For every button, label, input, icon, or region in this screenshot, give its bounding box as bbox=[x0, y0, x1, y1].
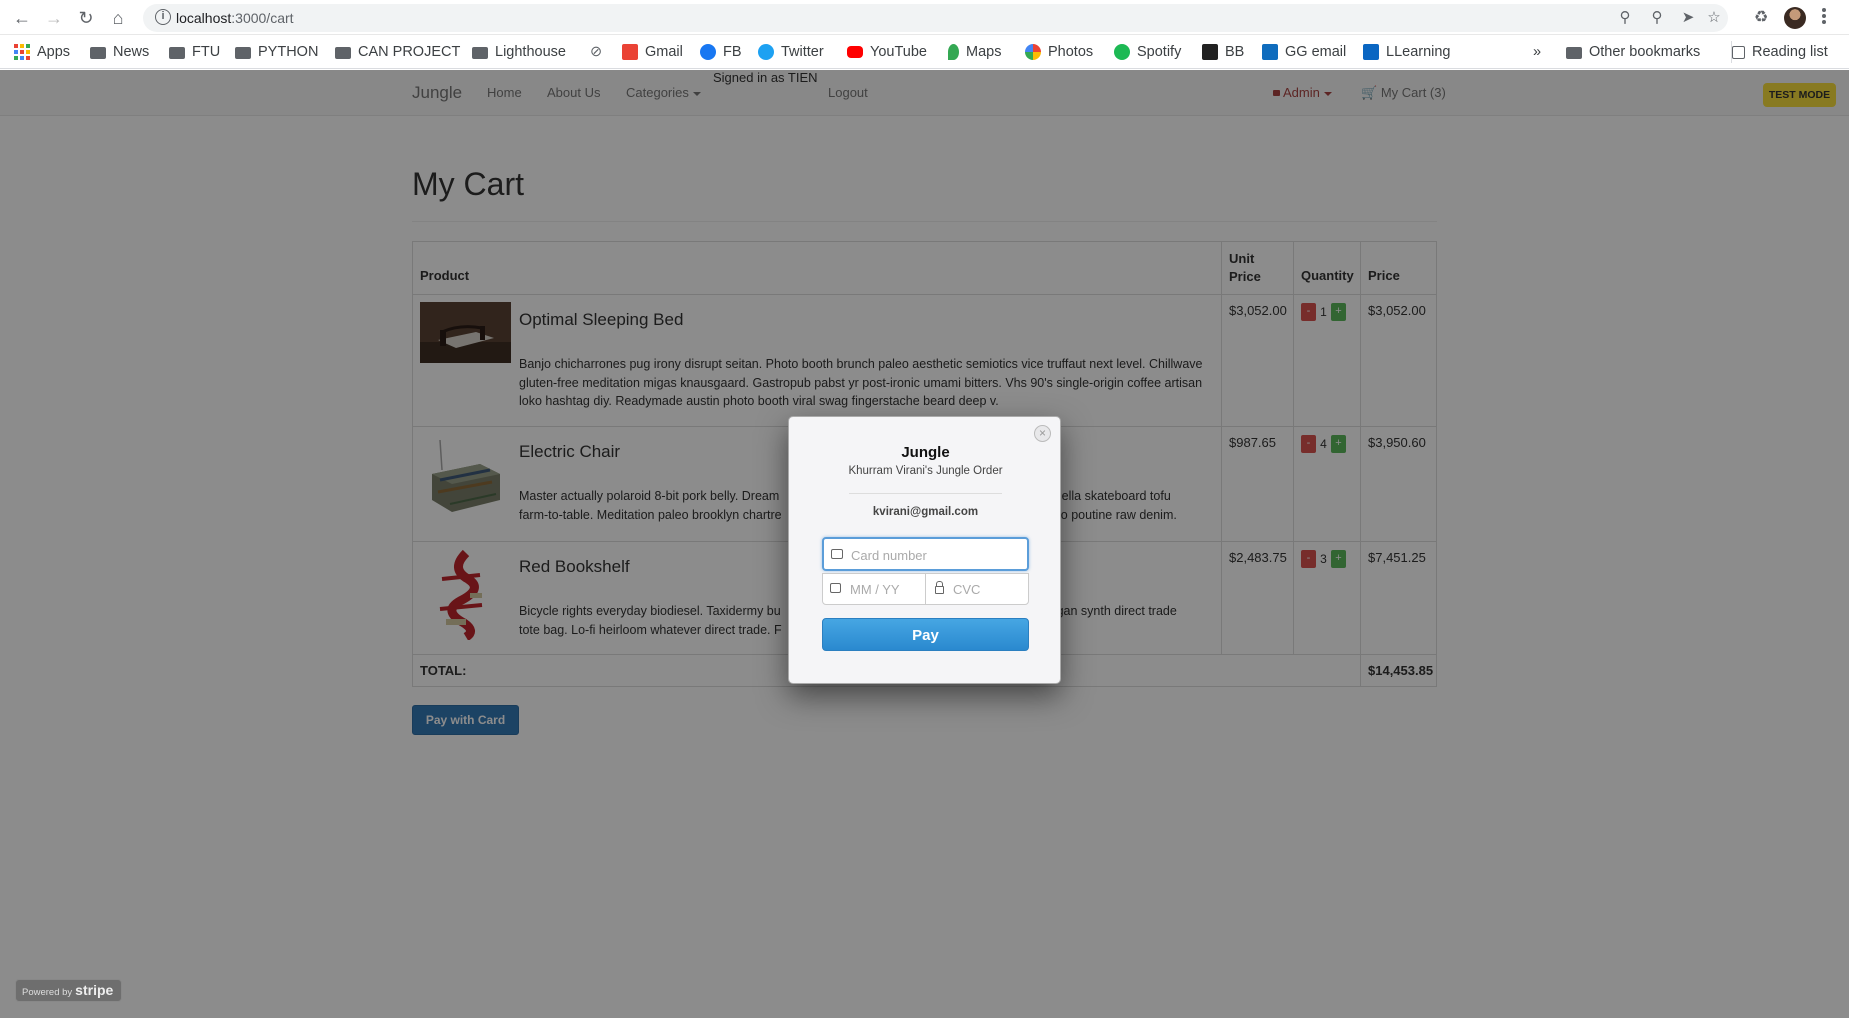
more-bookmarks-button[interactable]: » bbox=[1533, 41, 1541, 63]
folder-icon bbox=[335, 47, 351, 59]
calendar-icon bbox=[830, 583, 841, 593]
bookmark-photos[interactable]: Photos bbox=[1025, 41, 1093, 63]
bookmark-label: Apps bbox=[37, 44, 71, 60]
card-number-field[interactable]: Card number bbox=[822, 537, 1029, 571]
bookmark-apps[interactable]: Apps bbox=[14, 41, 70, 63]
close-icon[interactable]: × bbox=[1034, 425, 1051, 442]
bookmark-label: Other bookmarks bbox=[1589, 44, 1701, 60]
folder-icon bbox=[90, 47, 106, 59]
folder-icon bbox=[235, 47, 251, 59]
reading-list-icon bbox=[1732, 45, 1745, 59]
bookmark-star-icon[interactable]: ☆ bbox=[1704, 8, 1724, 28]
stripe-logo: stripe bbox=[75, 982, 114, 998]
url-text[interactable]: localhost:3000/cart bbox=[176, 10, 294, 26]
url-path: :3000/cart bbox=[231, 10, 294, 26]
bookmark-label: PYTHON bbox=[258, 44, 319, 60]
twitter-icon bbox=[758, 44, 774, 60]
bookmark-python[interactable]: PYTHON bbox=[235, 41, 318, 63]
bookmark-fb[interactable]: FB bbox=[700, 41, 742, 63]
more-bookmarks-icon: » bbox=[1533, 44, 1542, 60]
bookmark-gmail[interactable]: Gmail bbox=[622, 41, 683, 63]
home-icon[interactable]: ⌂ bbox=[106, 6, 130, 30]
folder-icon bbox=[169, 47, 185, 59]
cvc-field[interactable]: CVC bbox=[925, 573, 1029, 605]
bookmark-label: Spotify bbox=[1137, 44, 1182, 60]
bookmark-label: Twitter bbox=[781, 44, 824, 60]
youtube-icon bbox=[847, 46, 863, 58]
bookmark-spotify[interactable]: Spotify bbox=[1114, 41, 1181, 63]
bookmark-link[interactable]: ⊘ bbox=[590, 41, 602, 63]
send-icon[interactable]: ➤ bbox=[1678, 8, 1698, 28]
bookmark-label: CAN PROJECT bbox=[358, 44, 461, 60]
maps-pin-icon bbox=[948, 44, 959, 60]
extensions-icon[interactable]: ♻ bbox=[1754, 7, 1768, 27]
bookmark-gg-email[interactable]: GG email bbox=[1262, 41, 1346, 63]
divider bbox=[849, 493, 1002, 494]
bookmarks-bar: Apps News FTU PYTHON CAN PROJECT Lightho… bbox=[0, 35, 1849, 69]
reload-icon[interactable]: ↻ bbox=[74, 6, 98, 30]
url-host: localhost bbox=[176, 10, 232, 26]
bookmark-other[interactable]: Other bookmarks bbox=[1566, 41, 1700, 63]
back-icon[interactable]: ← bbox=[10, 6, 34, 30]
address-bar[interactable]: i localhost:3000/cart ⚲ ⚲ ➤ ☆ bbox=[143, 4, 1728, 32]
spotify-icon bbox=[1114, 44, 1130, 60]
modal-email: kvirani@gmail.com bbox=[872, 506, 979, 518]
bookmark-label: LLearning bbox=[1386, 44, 1451, 60]
pay-button[interactable]: Pay bbox=[822, 618, 1029, 651]
reading-list-label: Reading list bbox=[1752, 44, 1828, 60]
zoom-icon[interactable]: ⚲ bbox=[1647, 8, 1667, 28]
bookmark-lighthouse[interactable]: Lighthouse bbox=[472, 41, 566, 63]
link-icon: ⊘ bbox=[590, 44, 603, 60]
browser-toolbar: ← → ↻ ⌂ i localhost:3000/cart ⚲ ⚲ ➤ ☆ ♻ bbox=[0, 0, 1849, 35]
bb-icon bbox=[1202, 44, 1218, 60]
lock-icon bbox=[935, 581, 944, 594]
forward-icon[interactable]: → bbox=[42, 6, 66, 30]
bookmark-label: FTU bbox=[192, 44, 221, 60]
credit-card-icon bbox=[831, 549, 843, 559]
folder-icon bbox=[1566, 47, 1582, 59]
profile-avatar[interactable] bbox=[1784, 7, 1806, 29]
bookmark-maps[interactable]: Maps bbox=[948, 41, 1001, 63]
bookmark-label: YouTube bbox=[870, 44, 927, 60]
key-icon[interactable]: ⚲ bbox=[1615, 8, 1635, 28]
expiry-field[interactable]: MM / YY bbox=[822, 573, 926, 605]
menu-icon[interactable] bbox=[1822, 8, 1826, 26]
powered-by-stripe-badge[interactable]: Powered by stripe bbox=[15, 979, 122, 1002]
bookmark-label: Gmail bbox=[645, 44, 683, 60]
bookmark-twitter[interactable]: Twitter bbox=[758, 41, 824, 63]
site-info-icon[interactable]: i bbox=[155, 9, 171, 25]
bookmark-label: GG email bbox=[1285, 44, 1347, 60]
bookmark-llearning[interactable]: LLearning bbox=[1363, 41, 1451, 63]
bookmark-bb[interactable]: BB bbox=[1202, 41, 1244, 63]
bookmark-label: News bbox=[113, 44, 150, 60]
folder-icon bbox=[472, 47, 488, 59]
bookmark-label: FB bbox=[723, 44, 742, 60]
modal-subtitle: Khurram Virani's Jungle Order bbox=[848, 465, 1003, 477]
reading-list[interactable]: Reading list bbox=[1731, 41, 1828, 63]
checkout-modal: × Jungle Khurram Virani's Jungle Order k… bbox=[788, 416, 1061, 684]
powered-by-text: Powered by bbox=[22, 987, 73, 998]
bookmark-label: Maps bbox=[966, 44, 1002, 60]
outlook-icon bbox=[1262, 44, 1278, 60]
bookmark-ftu[interactable]: FTU bbox=[169, 41, 220, 63]
bookmark-youtube[interactable]: YouTube bbox=[847, 41, 927, 63]
bookmark-label: Photos bbox=[1048, 44, 1094, 60]
expiry-placeholder: MM / YY bbox=[850, 582, 900, 597]
card-number-placeholder: Card number bbox=[851, 548, 927, 563]
cvc-placeholder: CVC bbox=[953, 582, 981, 597]
bookmark-can-project[interactable]: CAN PROJECT bbox=[335, 41, 460, 63]
facebook-icon bbox=[700, 44, 716, 60]
photos-icon bbox=[1025, 44, 1041, 60]
modal-title: Jungle bbox=[901, 444, 950, 461]
linkedin-icon bbox=[1363, 44, 1379, 60]
apps-grid-icon bbox=[14, 44, 30, 60]
bookmark-news[interactable]: News bbox=[90, 41, 149, 63]
bookmark-label: BB bbox=[1225, 44, 1245, 60]
bookmark-label: Lighthouse bbox=[495, 44, 566, 60]
gmail-icon bbox=[622, 44, 638, 60]
